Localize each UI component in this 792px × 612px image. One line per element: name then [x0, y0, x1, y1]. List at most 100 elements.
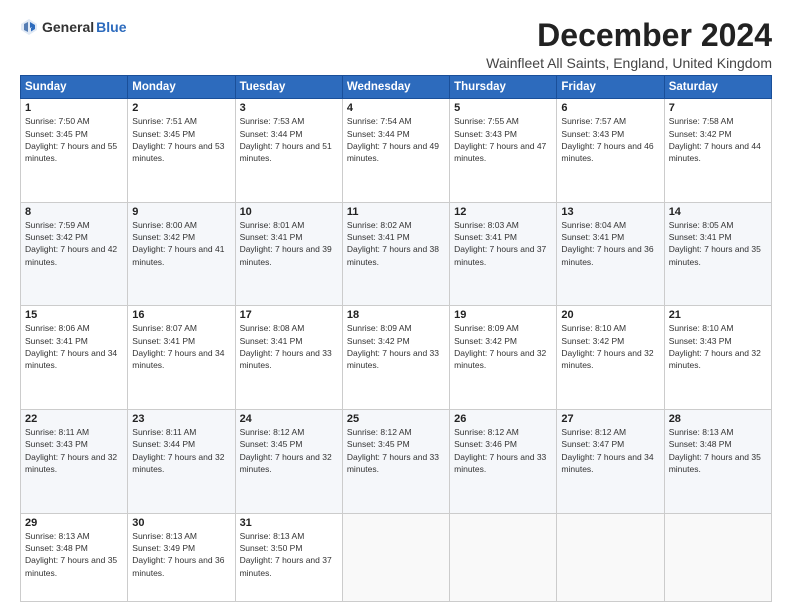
table-row: 1 Sunrise: 7:50 AM Sunset: 3:45 PM Dayli…	[21, 99, 128, 203]
col-sunday: Sunday	[21, 76, 128, 99]
calendar-table: Sunday Monday Tuesday Wednesday Thursday…	[20, 75, 772, 602]
table-row: 13 Sunrise: 8:04 AM Sunset: 3:41 PM Dayl…	[557, 202, 664, 306]
day-info: Sunrise: 8:01 AM Sunset: 3:41 PM Dayligh…	[240, 219, 338, 268]
day-number: 28	[669, 413, 767, 425]
day-number: 7	[669, 102, 767, 114]
day-info: Sunrise: 8:13 AM Sunset: 3:48 PM Dayligh…	[669, 426, 767, 475]
day-info: Sunrise: 7:54 AM Sunset: 3:44 PM Dayligh…	[347, 115, 445, 164]
day-number: 23	[132, 413, 230, 425]
table-row	[450, 513, 557, 601]
col-saturday: Saturday	[664, 76, 771, 99]
col-thursday: Thursday	[450, 76, 557, 99]
day-info: Sunrise: 7:55 AM Sunset: 3:43 PM Dayligh…	[454, 115, 552, 164]
day-number: 22	[25, 413, 123, 425]
table-row: 16 Sunrise: 8:07 AM Sunset: 3:41 PM Dayl…	[128, 306, 235, 410]
subtitle: Wainfleet All Saints, England, United Ki…	[486, 55, 772, 71]
table-row: 12 Sunrise: 8:03 AM Sunset: 3:41 PM Dayl…	[450, 202, 557, 306]
day-info: Sunrise: 8:09 AM Sunset: 3:42 PM Dayligh…	[454, 322, 552, 371]
page: GeneralBlue December 2024 Wainfleet All …	[0, 0, 792, 612]
day-number: 16	[132, 309, 230, 321]
table-row: 30 Sunrise: 8:13 AM Sunset: 3:49 PM Dayl…	[128, 513, 235, 601]
day-number: 4	[347, 102, 445, 114]
table-row: 19 Sunrise: 8:09 AM Sunset: 3:42 PM Dayl…	[450, 306, 557, 410]
table-row: 15 Sunrise: 8:06 AM Sunset: 3:41 PM Dayl…	[21, 306, 128, 410]
day-number: 12	[454, 206, 552, 218]
main-title: December 2024	[486, 18, 772, 53]
table-row: 10 Sunrise: 8:01 AM Sunset: 3:41 PM Dayl…	[235, 202, 342, 306]
day-number: 1	[25, 102, 123, 114]
col-tuesday: Tuesday	[235, 76, 342, 99]
day-info: Sunrise: 7:57 AM Sunset: 3:43 PM Dayligh…	[561, 115, 659, 164]
day-number: 25	[347, 413, 445, 425]
day-number: 13	[561, 206, 659, 218]
day-number: 3	[240, 102, 338, 114]
header: GeneralBlue December 2024 Wainfleet All …	[20, 18, 772, 71]
table-row: 3 Sunrise: 7:53 AM Sunset: 3:44 PM Dayli…	[235, 99, 342, 203]
day-info: Sunrise: 7:53 AM Sunset: 3:44 PM Dayligh…	[240, 115, 338, 164]
day-number: 19	[454, 309, 552, 321]
table-row: 9 Sunrise: 8:00 AM Sunset: 3:42 PM Dayli…	[128, 202, 235, 306]
day-info: Sunrise: 8:10 AM Sunset: 3:43 PM Dayligh…	[669, 322, 767, 371]
day-info: Sunrise: 8:03 AM Sunset: 3:41 PM Dayligh…	[454, 219, 552, 268]
table-row: 29 Sunrise: 8:13 AM Sunset: 3:48 PM Dayl…	[21, 513, 128, 601]
day-number: 17	[240, 309, 338, 321]
table-row: 18 Sunrise: 8:09 AM Sunset: 3:42 PM Dayl…	[342, 306, 449, 410]
table-row: 8 Sunrise: 7:59 AM Sunset: 3:42 PM Dayli…	[21, 202, 128, 306]
day-number: 9	[132, 206, 230, 218]
table-row: 17 Sunrise: 8:08 AM Sunset: 3:41 PM Dayl…	[235, 306, 342, 410]
day-info: Sunrise: 8:02 AM Sunset: 3:41 PM Dayligh…	[347, 219, 445, 268]
table-row: 6 Sunrise: 7:57 AM Sunset: 3:43 PM Dayli…	[557, 99, 664, 203]
table-row: 4 Sunrise: 7:54 AM Sunset: 3:44 PM Dayli…	[342, 99, 449, 203]
table-row: 26 Sunrise: 8:12 AM Sunset: 3:46 PM Dayl…	[450, 409, 557, 513]
day-info: Sunrise: 8:11 AM Sunset: 3:44 PM Dayligh…	[132, 426, 230, 475]
day-info: Sunrise: 8:12 AM Sunset: 3:47 PM Dayligh…	[561, 426, 659, 475]
day-number: 26	[454, 413, 552, 425]
table-row	[557, 513, 664, 601]
table-row: 20 Sunrise: 8:10 AM Sunset: 3:42 PM Dayl…	[557, 306, 664, 410]
day-number: 30	[132, 517, 230, 529]
table-row: 31 Sunrise: 8:13 AM Sunset: 3:50 PM Dayl…	[235, 513, 342, 601]
table-row	[342, 513, 449, 601]
day-info: Sunrise: 7:59 AM Sunset: 3:42 PM Dayligh…	[25, 219, 123, 268]
day-info: Sunrise: 8:13 AM Sunset: 3:49 PM Dayligh…	[132, 530, 230, 579]
day-info: Sunrise: 8:11 AM Sunset: 3:43 PM Dayligh…	[25, 426, 123, 475]
day-info: Sunrise: 8:06 AM Sunset: 3:41 PM Dayligh…	[25, 322, 123, 371]
day-info: Sunrise: 8:10 AM Sunset: 3:42 PM Dayligh…	[561, 322, 659, 371]
table-row: 2 Sunrise: 7:51 AM Sunset: 3:45 PM Dayli…	[128, 99, 235, 203]
day-number: 11	[347, 206, 445, 218]
day-info: Sunrise: 8:13 AM Sunset: 3:48 PM Dayligh…	[25, 530, 123, 579]
day-info: Sunrise: 8:12 AM Sunset: 3:46 PM Dayligh…	[454, 426, 552, 475]
table-row: 14 Sunrise: 8:05 AM Sunset: 3:41 PM Dayl…	[664, 202, 771, 306]
day-number: 24	[240, 413, 338, 425]
day-number: 27	[561, 413, 659, 425]
day-info: Sunrise: 8:13 AM Sunset: 3:50 PM Dayligh…	[240, 530, 338, 579]
day-info: Sunrise: 8:00 AM Sunset: 3:42 PM Dayligh…	[132, 219, 230, 268]
day-info: Sunrise: 8:04 AM Sunset: 3:41 PM Dayligh…	[561, 219, 659, 268]
day-info: Sunrise: 7:58 AM Sunset: 3:42 PM Dayligh…	[669, 115, 767, 164]
col-monday: Monday	[128, 76, 235, 99]
day-info: Sunrise: 8:08 AM Sunset: 3:41 PM Dayligh…	[240, 322, 338, 371]
day-info: Sunrise: 8:05 AM Sunset: 3:41 PM Dayligh…	[669, 219, 767, 268]
day-number: 6	[561, 102, 659, 114]
header-row: Sunday Monday Tuesday Wednesday Thursday…	[21, 76, 772, 99]
day-number: 18	[347, 309, 445, 321]
day-number: 21	[669, 309, 767, 321]
day-number: 5	[454, 102, 552, 114]
day-info: Sunrise: 8:12 AM Sunset: 3:45 PM Dayligh…	[347, 426, 445, 475]
day-number: 2	[132, 102, 230, 114]
day-info: Sunrise: 7:50 AM Sunset: 3:45 PM Dayligh…	[25, 115, 123, 164]
logo-icon	[20, 18, 38, 36]
day-info: Sunrise: 8:07 AM Sunset: 3:41 PM Dayligh…	[132, 322, 230, 371]
logo: GeneralBlue	[20, 18, 126, 36]
day-number: 31	[240, 517, 338, 529]
table-row: 27 Sunrise: 8:12 AM Sunset: 3:47 PM Dayl…	[557, 409, 664, 513]
table-row: 23 Sunrise: 8:11 AM Sunset: 3:44 PM Dayl…	[128, 409, 235, 513]
day-info: Sunrise: 8:12 AM Sunset: 3:45 PM Dayligh…	[240, 426, 338, 475]
day-number: 10	[240, 206, 338, 218]
day-number: 29	[25, 517, 123, 529]
table-row: 5 Sunrise: 7:55 AM Sunset: 3:43 PM Dayli…	[450, 99, 557, 203]
table-row: 22 Sunrise: 8:11 AM Sunset: 3:43 PM Dayl…	[21, 409, 128, 513]
logo-general-text: General	[42, 19, 94, 36]
col-wednesday: Wednesday	[342, 76, 449, 99]
day-info: Sunrise: 8:09 AM Sunset: 3:42 PM Dayligh…	[347, 322, 445, 371]
